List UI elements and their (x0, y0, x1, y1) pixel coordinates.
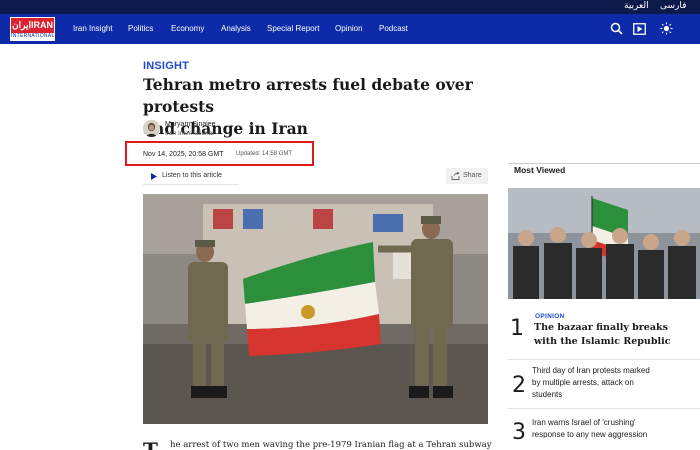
author-name[interactable]: Maryam Sinaiee (165, 121, 216, 128)
crowd-photo (508, 188, 700, 299)
main-nav: ایرانIRAN INTERNATIONAL Iran Insight Pol… (0, 14, 700, 44)
nav-item-politics[interactable]: Politics (128, 24, 153, 33)
sidebar-divider (508, 163, 700, 164)
updated-time: Updated: 14:58 GMT (236, 151, 293, 157)
item-headline-line: Third day of Iran protests marked (532, 366, 650, 375)
nav-item-podcast[interactable]: Podcast (379, 24, 408, 33)
video-icon[interactable] (633, 23, 646, 35)
lang-farsi-link[interactable]: فارسی (660, 1, 686, 11)
item-headline-line: by multiple arrests, attack on (532, 378, 634, 387)
nav-item-opinion[interactable]: Opinion (335, 24, 363, 33)
item-kicker[interactable]: OPINION (535, 313, 565, 320)
article-kicker[interactable]: INSIGHT (143, 60, 189, 72)
item-headline-line: The bazaar finally breaks (534, 322, 668, 333)
item-headline[interactable]: The bazaar finally breaks with the Islam… (534, 321, 694, 349)
article-dropcap: T (143, 438, 158, 450)
logo-wordmark: ایرانIRAN (11, 18, 54, 33)
item-headline-line: Iran warns Israel of 'crushing' (532, 418, 636, 427)
listen-label: Listen to this article (162, 172, 222, 179)
article-body-text: he arrest of two men waving the pre-1979… (170, 440, 492, 450)
headline-line-1: Tehran metro arrests fuel debate over pr… (143, 75, 473, 116)
share-label: Share (463, 172, 482, 179)
rank-number: 3 (512, 420, 526, 445)
most-viewed-image[interactable] (508, 188, 700, 299)
listen-to-article-button[interactable]: Listen to this article (143, 167, 239, 185)
nav-item-special-report[interactable]: Special Report (267, 24, 319, 33)
search-icon[interactable] (610, 22, 623, 35)
brightness-icon[interactable] (660, 22, 673, 35)
nav-item-analysis[interactable]: Analysis (221, 24, 251, 33)
hero-photo-soldiers-with-flag (143, 194, 488, 424)
lang-arabic-link[interactable]: العربية (624, 1, 649, 11)
avatar-portrait (143, 120, 160, 137)
author-organization: Iran International (165, 130, 214, 137)
item-headline[interactable]: Iran warns Israel of 'crushing' response… (532, 417, 694, 441)
nav-item-economy[interactable]: Economy (171, 24, 204, 33)
most-viewed-heading: Most Viewed (514, 165, 566, 175)
article-hero-image (143, 194, 488, 424)
author-avatar[interactable] (143, 120, 160, 137)
item-divider (508, 359, 700, 360)
rank-number: 2 (512, 373, 526, 398)
publish-date: Nov 14, 2025, 20:58 GMT (143, 151, 224, 158)
rank-number: 1 (510, 316, 524, 341)
item-headline[interactable]: Third day of Iran protests marked by mul… (532, 365, 694, 401)
item-divider (508, 408, 700, 409)
site-logo[interactable]: ایرانIRAN INTERNATIONAL (10, 17, 55, 41)
item-headline-line: response to any new aggression (532, 430, 648, 439)
language-strip: العربية فارسی (0, 0, 700, 14)
play-icon (151, 173, 157, 180)
logo-subtitle: INTERNATIONAL (11, 33, 55, 39)
share-button[interactable]: Share (446, 168, 488, 184)
item-headline-line: students (532, 390, 563, 399)
share-icon (451, 172, 460, 180)
nav-item-iran-insight[interactable]: Iran Insight (73, 24, 113, 33)
item-headline-line: with the Islamic Republic (534, 336, 671, 347)
